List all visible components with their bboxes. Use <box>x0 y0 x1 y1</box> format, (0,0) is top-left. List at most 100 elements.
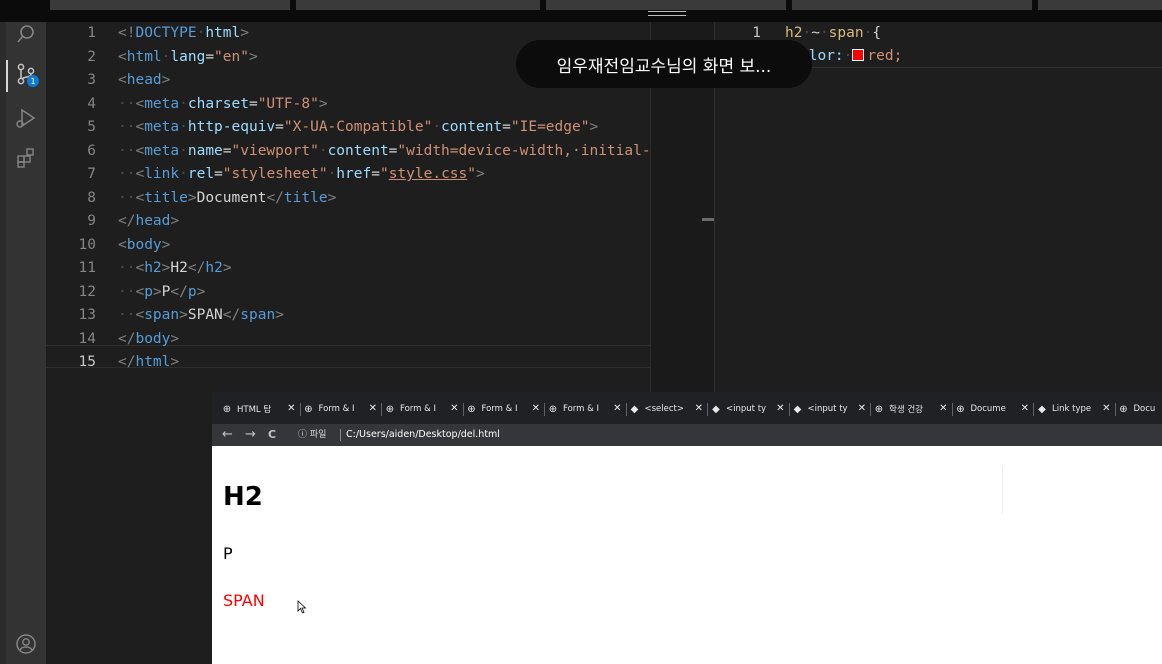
close-tab-icon[interactable]: ✕ <box>287 403 295 414</box>
line-number: 14 <box>78 330 96 347</box>
line-number: 10 <box>78 236 96 253</box>
browser-tab[interactable]: ◆ <input ty ✕ <box>711 398 787 420</box>
video-thumbnail[interactable] <box>50 0 290 10</box>
code-text: ··<meta·http-equiv="X-UA-Compatible"·con… <box>118 119 599 135</box>
code-line: 6 ··<meta·name="viewport"·content="width=… <box>46 140 659 163</box>
page-paragraph: P <box>223 544 233 563</box>
run-debug-icon[interactable] <box>14 106 38 130</box>
color-swatch[interactable] <box>852 49 865 61</box>
globe-icon: ⊕ <box>222 403 232 415</box>
close-tab-icon[interactable]: ✕ <box>858 403 866 414</box>
video-thumbnail[interactable] <box>296 0 540 10</box>
browser-window: ⊕ HTML 탐 ✕ ⊕ Form & I ✕ ⊕ Form & I ✕ ⊕ Form & I ✕ ⊕ F… <box>212 392 1162 664</box>
code-line-2: olor:· red; <box>800 48 903 64</box>
account-icon[interactable] <box>14 632 38 656</box>
video-thumbnail[interactable] <box>792 0 1032 10</box>
code-line: 7 ··<link·rel="stylesheet"·href="style.cs… <box>46 163 650 186</box>
line-number: 5 <box>87 119 96 135</box>
browser-tab[interactable]: ⊕ HTML 탐 ✕ <box>222 398 298 420</box>
code-text: ··<meta·name="viewport"·content="width=d… <box>118 142 660 159</box>
close-tab-icon[interactable]: ✕ <box>695 403 703 414</box>
reload-icon[interactable]: C <box>268 424 276 446</box>
search-icon[interactable] <box>14 22 38 46</box>
page-heading: H2 <box>223 482 263 512</box>
browser-tab[interactable]: ⊕ Docu <box>1119 398 1162 420</box>
tab-label: 학생 건강 <box>889 405 923 415</box>
browser-tab[interactable]: ◆ <select> ✕ <box>630 398 706 420</box>
changes-count-badge: 1 <box>27 75 39 87</box>
code-line: 11 ··<h2>H2</h2> <box>46 257 650 280</box>
code-line: 12 ··<p>P</p> <box>46 281 650 304</box>
code-text: ··<p>P</p> <box>118 283 206 300</box>
code-text: ··<title>Document</title> <box>118 189 337 206</box>
video-thumbnail[interactable] <box>1038 0 1162 10</box>
active-indicator <box>6 60 8 92</box>
tab-label: Form & I <box>318 404 355 414</box>
globe-icon: ⊕ <box>467 403 476 415</box>
css-selector: h2 <box>785 25 803 41</box>
close-tab-icon[interactable]: ✕ <box>532 403 540 414</box>
url-field[interactable]: C:/Users/aiden/Desktop/del.html <box>346 424 500 446</box>
video-strip <box>0 0 1162 22</box>
drag-handle[interactable] <box>648 11 686 21</box>
tab-label: Form & I <box>563 404 599 414</box>
code-line: 4 ··<meta·charset="UTF-8"> <box>46 93 650 116</box>
code-text: </body> <box>118 330 180 347</box>
line-number: 8 <box>87 189 96 206</box>
close-tab-icon[interactable]: ✕ <box>1102 403 1110 414</box>
line-number: 4 <box>87 95 96 112</box>
code-line: 14 </body> <box>46 328 650 351</box>
extensions-icon[interactable] <box>14 146 38 170</box>
activity-bar: 1 <box>6 22 46 664</box>
site-info-button[interactable]: ⓘ 파일 <box>298 424 326 446</box>
back-icon[interactable]: ← <box>222 424 233 446</box>
browser-tab[interactable]: ⊕ Docume ✕ <box>956 398 1032 420</box>
globe-icon: ⊕ <box>874 403 884 415</box>
bookmark-icon: ◆ <box>793 403 802 415</box>
close-tab-icon[interactable]: ✕ <box>1021 403 1029 414</box>
code-line-1: h2·~·span·{ <box>785 25 882 41</box>
mouse-cursor-icon <box>297 600 307 614</box>
code-text: ··<meta·charset="UTF-8"> <box>118 95 328 112</box>
globe-icon: ⊕ <box>1119 403 1128 415</box>
close-tab-icon[interactable]: ✕ <box>369 403 377 414</box>
code-line: 8 ··<title>Document</title> <box>46 187 650 210</box>
css-value: red; <box>867 48 903 64</box>
tab-separator <box>544 403 545 416</box>
code-text: <body> <box>118 236 171 253</box>
close-tab-icon[interactable]: ✕ <box>450 403 458 414</box>
tab-label: Form & I <box>400 404 436 414</box>
close-tab-icon[interactable]: ✕ <box>613 403 621 414</box>
close-tab-icon[interactable]: ✕ <box>776 403 784 414</box>
line-number: 3 <box>87 72 96 88</box>
video-thumbnail[interactable] <box>546 0 786 10</box>
browser-tab[interactable]: ⊕ Form & I ✕ <box>304 398 380 420</box>
tab-label: Link type <box>1052 404 1092 414</box>
tab-separator <box>951 403 953 416</box>
line-number: 15 <box>78 354 96 370</box>
browser-tab[interactable]: ◆ <input ty ✕ <box>793 398 869 420</box>
bookmark-icon: ◆ <box>630 403 639 415</box>
tab-label: HTML 탐 <box>237 405 272 415</box>
forward-icon[interactable]: → <box>245 424 256 446</box>
line-number: 11 <box>78 260 96 276</box>
browser-tab[interactable]: ◆ Link type ✕ <box>1037 398 1113 420</box>
browser-tab[interactable]: ⊕ 학생 건강 ✕ <box>874 398 950 420</box>
page-content: H2 P SPAN <box>212 448 1162 664</box>
close-tab-icon[interactable]: ✕ <box>939 403 947 414</box>
browser-tab[interactable]: ⊕ Form & I ✕ <box>467 398 543 420</box>
line-number: 13 <box>78 307 96 323</box>
scrollbar-marker[interactable] <box>702 218 714 221</box>
browser-tab[interactable]: ⊕ Form & I ✕ <box>548 398 624 420</box>
globe-icon: ⊕ <box>304 403 313 415</box>
browser-tab[interactable]: ⊕ Form & I ✕ <box>385 398 461 420</box>
tab-label: Docu <box>1133 404 1156 414</box>
tab-label: Form & I <box>481 404 518 414</box>
tab-separator <box>462 403 464 416</box>
line-number: 7 <box>87 166 96 182</box>
globe-icon: ⊕ <box>548 403 558 415</box>
code-text: ··<span>SPAN</span> <box>118 307 284 323</box>
line-number: 1 <box>87 25 96 41</box>
tab-separator <box>1114 403 1116 416</box>
tab-separator <box>870 403 871 416</box>
